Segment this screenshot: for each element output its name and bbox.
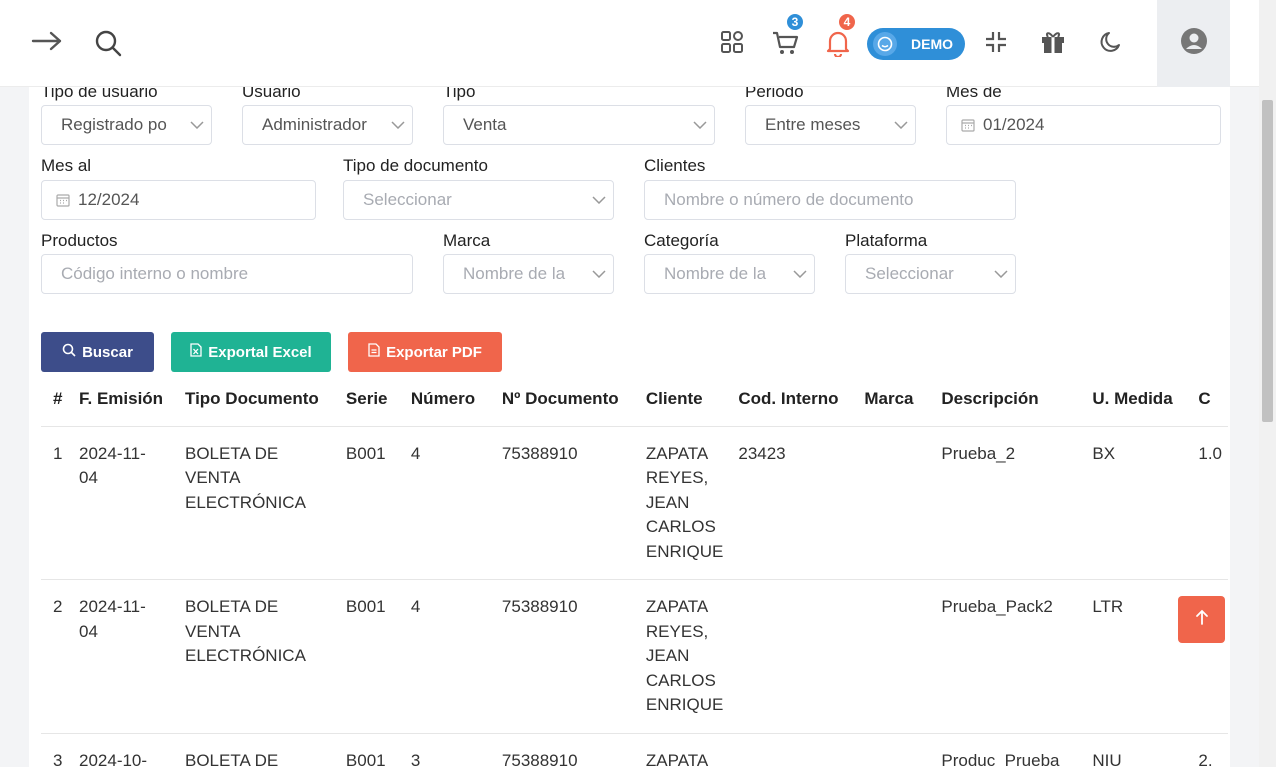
demo-badge[interactable]: DEMO	[867, 28, 965, 60]
arrow-right-icon[interactable]	[31, 26, 63, 56]
report-panel: Tipo de usuario Usuario Tipo Periodo Mes…	[29, 87, 1230, 767]
scrollbar-thumb[interactable]	[1262, 100, 1273, 422]
report-table: # F. Emisión Tipo Documento Serie Número…	[41, 372, 1229, 767]
chevron-down-icon	[686, 121, 714, 129]
user-avatar-icon	[1180, 27, 1208, 60]
scroll-to-top-button[interactable]	[1178, 596, 1225, 643]
buscar-button[interactable]: Buscar	[41, 332, 154, 372]
table-header-row: # F. Emisión Tipo Documento Serie Número…	[41, 372, 1229, 427]
tipo-documento-select[interactable]: Seleccionar	[343, 180, 614, 220]
label-tipo: Tipo	[443, 87, 476, 101]
col-tipo-documento: Tipo Documento	[185, 372, 346, 427]
label-tipo-usuario: Tipo de usuario	[41, 87, 158, 101]
col-marca: Marca	[864, 372, 942, 427]
cart-count-badge: 3	[785, 12, 805, 32]
label-periodo: Periodo	[745, 87, 804, 101]
chevron-down-icon	[384, 121, 412, 129]
search-icon[interactable]	[92, 27, 124, 59]
label-usuario: Usuario	[242, 87, 301, 101]
col-cod-interno: Cod. Interno	[738, 372, 865, 427]
label-tipo-documento: Tipo de documento	[343, 156, 488, 175]
plataforma-select[interactable]: Seleccionar	[845, 254, 1016, 294]
col-numero: Número	[410, 372, 502, 427]
apps-grid-icon[interactable]	[718, 28, 746, 56]
mes-de-datepicker[interactable]: 01/2024	[946, 105, 1221, 145]
categoria-select[interactable]: Nombre de la	[644, 254, 815, 294]
col-number: #	[41, 372, 79, 427]
calendar-icon	[961, 118, 975, 132]
label-categoria: Categoría	[644, 231, 719, 250]
chevron-down-icon	[887, 121, 915, 129]
excel-file-icon	[190, 343, 202, 361]
productos-input[interactable]: Código interno o nombre	[41, 254, 413, 294]
marca-select[interactable]: Nombre de la	[443, 254, 614, 294]
chevron-down-icon	[987, 270, 1015, 278]
pdf-file-icon	[368, 343, 380, 361]
label-clientes: Clientes	[644, 156, 706, 175]
table-row: 1 2024-11-04 BOLETA DE VENTA ELECTRÓNICA…	[41, 426, 1229, 580]
tipo-select[interactable]: Venta	[443, 105, 715, 145]
export-pdf-button[interactable]: Exportar PDF	[348, 332, 502, 372]
chevron-down-icon	[183, 121, 211, 129]
search-icon	[62, 343, 76, 361]
compress-icon[interactable]	[982, 28, 1010, 56]
clientes-input[interactable]: Nombre o número de documento	[644, 180, 1016, 220]
col-fecha-emision: F. Emisión	[79, 372, 185, 427]
smiley-icon	[873, 32, 897, 56]
label-mes-al: Mes al	[41, 156, 92, 175]
col-serie: Serie	[345, 372, 411, 427]
top-navbar: 3 4 DEMO	[0, 0, 1259, 87]
arrow-up-icon	[1195, 609, 1209, 630]
chevron-down-icon	[585, 196, 613, 204]
table-row: 2 2024-11-04 BOLETA DE VENTA ELECTRÓNICA…	[41, 579, 1229, 734]
moon-icon[interactable]	[1097, 28, 1125, 56]
periodo-select[interactable]: Entre meses	[745, 105, 916, 145]
col-cliente: Cliente	[645, 372, 739, 427]
table-row: 3 2024-10- BOLETA DE B001 3 75388910 ZAP…	[41, 733, 1229, 767]
bell-icon[interactable]	[823, 28, 853, 58]
user-menu[interactable]	[1157, 0, 1230, 87]
mes-al-datepicker[interactable]: 12/2024	[41, 180, 316, 220]
cart-icon[interactable]	[770, 28, 800, 58]
usuario-select[interactable]: Administrador	[242, 105, 413, 145]
demo-label: DEMO	[911, 36, 953, 52]
chevron-down-icon	[786, 270, 814, 278]
calendar-icon	[56, 193, 70, 207]
tipo-usuario-select[interactable]: Registrado po	[41, 105, 212, 145]
export-excel-button[interactable]: Exportal Excel	[171, 332, 331, 372]
col-c: C	[1198, 372, 1229, 427]
chevron-down-icon	[585, 270, 613, 278]
label-plataforma: Plataforma	[845, 231, 928, 250]
col-descripcion: Descripción	[941, 372, 1093, 427]
page-scrollbar[interactable]	[1259, 0, 1276, 767]
label-mes-de: Mes de	[946, 87, 1002, 101]
col-n-documento: Nº Documento	[501, 372, 646, 427]
col-u-medida: U. Medida	[1092, 372, 1199, 427]
gift-box-icon[interactable]	[1039, 28, 1067, 56]
label-marca: Marca	[443, 231, 491, 250]
notification-count-badge: 4	[837, 12, 857, 32]
label-productos: Productos	[41, 231, 118, 250]
